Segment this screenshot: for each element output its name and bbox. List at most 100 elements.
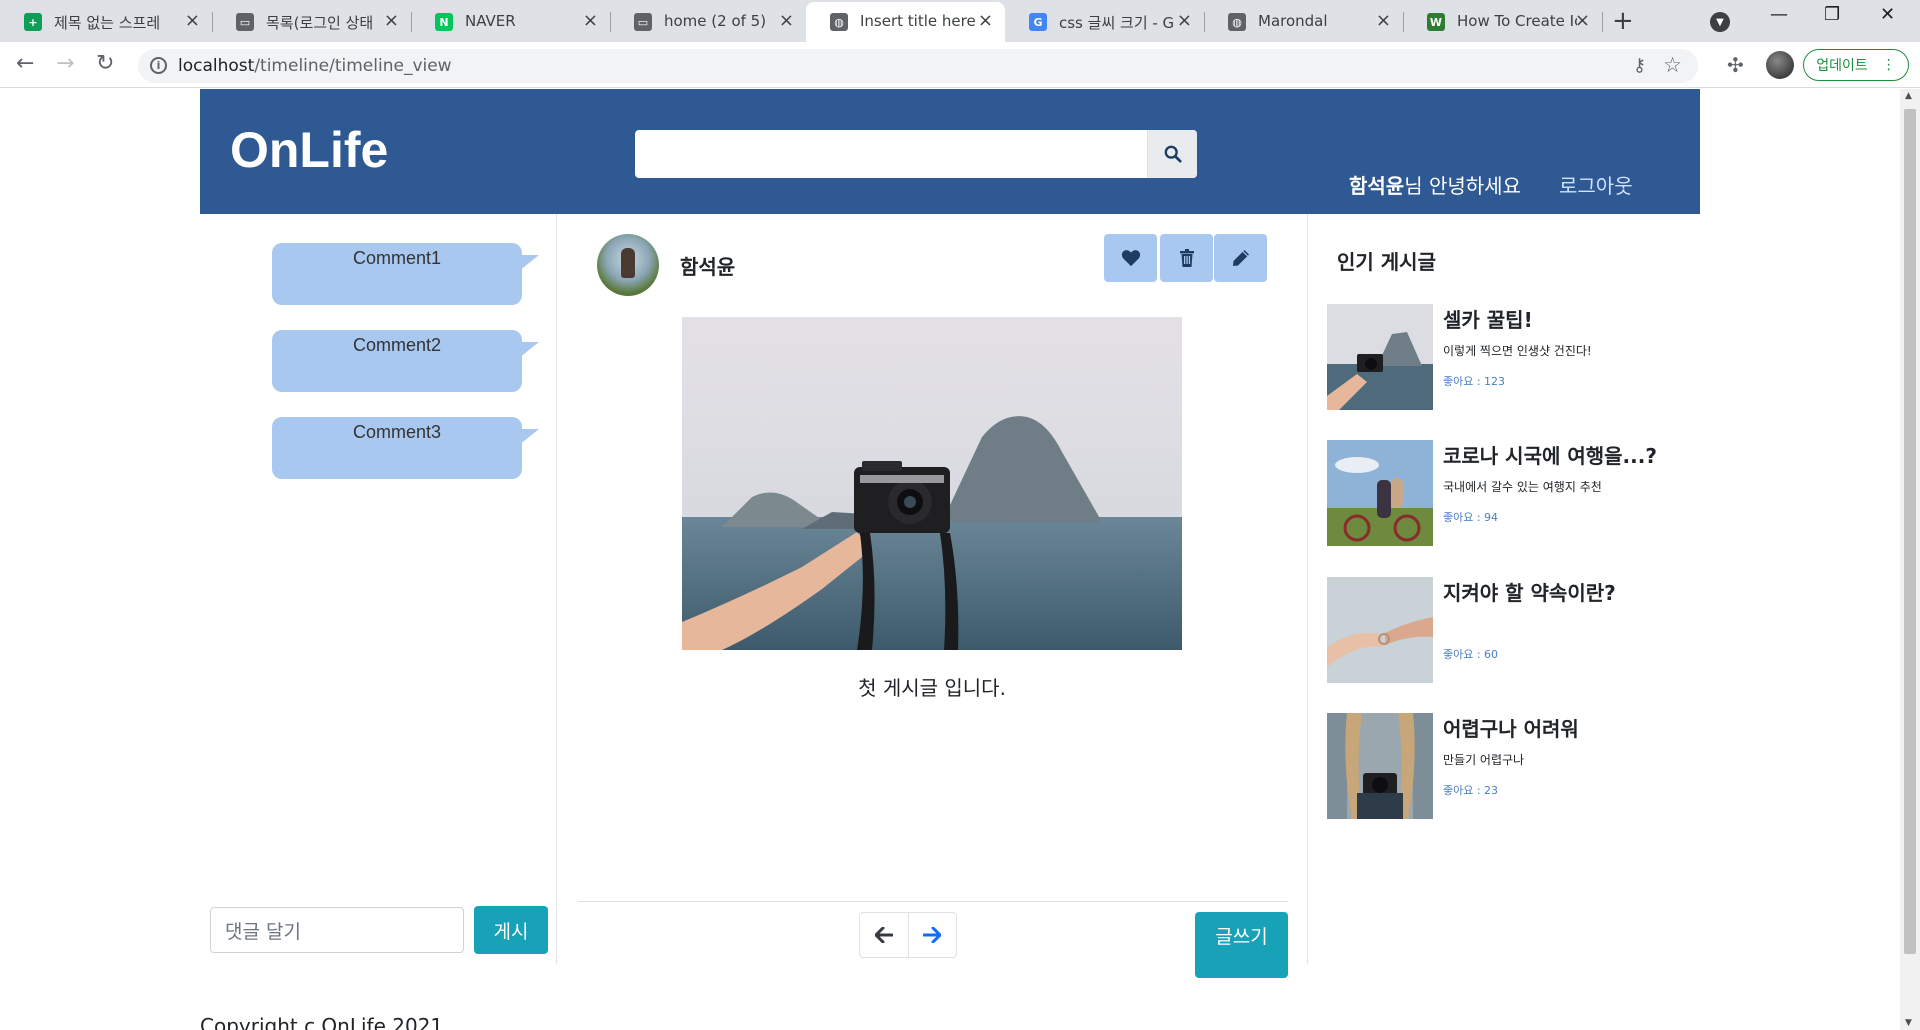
site-logo[interactable]: OnLife	[230, 121, 388, 179]
pagination	[859, 912, 957, 958]
extensions-icon[interactable]: ✣	[1727, 53, 1744, 77]
close-tab-icon[interactable]: ×	[978, 10, 993, 31]
site-info-icon[interactable]: i	[150, 57, 167, 74]
tab-title: How To Create Ic	[1457, 12, 1577, 30]
bookmark-star-icon[interactable]: ☆	[1663, 53, 1682, 77]
comment-input[interactable]: 댓글 달기	[210, 907, 464, 953]
tab-search-icon[interactable]: ▼	[1710, 12, 1730, 32]
close-tab-icon[interactable]: ×	[583, 10, 598, 31]
comment-bubble: Comment3	[272, 417, 539, 479]
search-button[interactable]	[1147, 130, 1197, 178]
address-bar[interactable]: i localhost/timeline/timeline_view ⚷ ☆	[138, 49, 1698, 83]
naver-icon: N	[435, 13, 453, 31]
popular-item[interactable]: 지켜야 할 약속이란? 좋아요 : 60	[1327, 577, 1697, 685]
popular-item[interactable]: 셀카 꿀팁! 이렇게 찍으면 인생샷 건진다! 좋아요 : 123	[1327, 304, 1697, 412]
browser-tab[interactable]: ◍ Insert title here ×	[806, 2, 1005, 42]
popular-desc: 이렇게 찍으면 인생샷 건진다!	[1443, 344, 1592, 358]
close-tab-icon[interactable]: ×	[1376, 10, 1391, 31]
post-image	[682, 317, 1182, 650]
password-key-icon[interactable]: ⚷	[1633, 55, 1646, 76]
forward-icon[interactable]: →	[56, 51, 74, 76]
post-comment-button[interactable]: 게시	[474, 906, 548, 954]
popular-desc: 국내에서 갈수 있는 여행지 추천	[1443, 480, 1602, 494]
comment-text: Comment1	[352, 248, 442, 268]
url-host: localhost	[178, 56, 255, 76]
browser-tabstrip: + 제목 없는 스프레 × ▭ 목록(로그인 상태 × N NAVER × ▭ home (2 of…	[0, 0, 1920, 42]
popular-heading: 인기 게시글	[1337, 250, 1436, 274]
next-page-button[interactable]	[907, 913, 957, 957]
comment-text: Comment3	[352, 422, 442, 442]
bubble-tail	[519, 429, 539, 445]
avatar-figure	[621, 248, 635, 278]
browser-tab[interactable]: W How To Create Ic ×	[1403, 2, 1603, 42]
popular-thumbnail[interactable]	[1327, 304, 1433, 410]
update-button[interactable]: 업데이트 ⋮	[1803, 49, 1909, 81]
delete-button[interactable]	[1160, 234, 1213, 282]
popular-thumbnail[interactable]	[1327, 713, 1433, 819]
restore-icon[interactable]: ❐	[1824, 4, 1840, 25]
url-text[interactable]: localhost/timeline/timeline_view	[178, 56, 452, 76]
close-tab-icon[interactable]: ×	[1177, 10, 1192, 31]
popular-item[interactable]: 코로나 시국에 여행을...? 국내에서 갈수 있는 여행지 추천 좋아요 : …	[1327, 440, 1697, 548]
close-tab-icon[interactable]: ×	[1575, 10, 1590, 31]
page-footer: Copyright c OnLife 2021	[200, 1014, 444, 1030]
close-tab-icon[interactable]: ×	[185, 10, 200, 31]
logout-link[interactable]: 로그아웃	[1559, 170, 1633, 199]
page-scrollbar[interactable]: ▲ ▼	[1900, 89, 1920, 1030]
browser-toolbar: ← → ↻ i localhost/timeline/timeline_view…	[0, 42, 1920, 88]
like-button[interactable]	[1104, 234, 1157, 282]
close-tab-icon[interactable]: ×	[779, 10, 794, 31]
scrollbar-thumb[interactable]	[1904, 109, 1916, 954]
popular-item[interactable]: 어렵구나 어려워 만들기 어렵구나 좋아요 : 23	[1327, 713, 1697, 821]
scroll-up-icon[interactable]: ▲	[1905, 91, 1912, 101]
heart-icon	[1121, 250, 1140, 267]
tab-title: 제목 없는 스프레	[54, 14, 161, 32]
edit-button[interactable]	[1214, 234, 1267, 282]
popular-title[interactable]: 코로나 시국에 여행을...?	[1443, 440, 1657, 469]
thumb-photo	[1327, 304, 1433, 410]
user-greeting: 함석윤님 안녕하세요	[1349, 170, 1521, 199]
new-tab-icon[interactable]: +	[1612, 6, 1634, 36]
url-path: /timeline/timeline_view	[254, 56, 452, 76]
popular-likes: 좋아요 : 123	[1443, 375, 1506, 388]
tab-title: css 글씨 크기 - G	[1059, 14, 1175, 32]
tab-separator	[1602, 12, 1603, 32]
browser-tab[interactable]: ◍ Marondal ×	[1204, 2, 1404, 42]
browser-tab[interactable]: ▭ 목록(로그인 상태 ×	[212, 2, 412, 42]
back-icon[interactable]: ←	[16, 51, 34, 76]
browser-tab[interactable]: ▭ home (2 of 5) ×	[610, 2, 806, 42]
search-input[interactable]	[635, 130, 1145, 178]
author-avatar[interactable]	[597, 234, 659, 296]
post-author[interactable]: 함석윤	[680, 251, 735, 280]
close-tab-icon[interactable]: ×	[384, 10, 399, 31]
tab-title: Marondal	[1258, 12, 1328, 30]
bubble-tail	[519, 342, 539, 358]
popular-likes: 좋아요 : 23	[1443, 784, 1499, 797]
browser-tab[interactable]: Gcss 글씨 크기 - G ×	[1005, 2, 1205, 42]
popular-title[interactable]: 어렵구나 어려워	[1443, 713, 1579, 742]
page-icon: ▭	[236, 13, 254, 31]
comment-bubble: Comment2	[272, 330, 539, 392]
thumb-photo	[1327, 713, 1433, 819]
popular-title[interactable]: 지켜야 할 약속이란?	[1443, 577, 1616, 606]
minimize-icon[interactable]: —	[1770, 4, 1788, 25]
reload-icon[interactable]: ↻	[96, 51, 114, 76]
more-menu-icon[interactable]: ⋮	[1882, 57, 1896, 73]
thumb-photo	[1327, 577, 1433, 683]
scroll-down-icon[interactable]: ▼	[1905, 1018, 1912, 1028]
popular-title[interactable]: 셀카 꿀팁!	[1443, 304, 1533, 333]
comments-column: Comment1 Comment2 Comment3 댓글 달기 게시	[200, 214, 557, 964]
site-header: OnLife 함석윤님 안녕하세요 로그아웃	[200, 89, 1700, 214]
post-divider	[578, 901, 1288, 902]
search-icon	[1164, 145, 1182, 163]
browser-tab[interactable]: + 제목 없는 스프레 ×	[0, 2, 213, 42]
bubble-tail	[519, 255, 539, 271]
profile-avatar[interactable]	[1766, 51, 1794, 79]
close-window-icon[interactable]: ✕	[1880, 4, 1895, 25]
write-post-button[interactable]: 글쓰기	[1195, 912, 1288, 978]
popular-thumbnail[interactable]	[1327, 577, 1433, 683]
browser-tab[interactable]: N NAVER ×	[411, 2, 611, 42]
tab-title: 목록(로그인 상태	[266, 14, 374, 32]
prev-page-button[interactable]	[860, 913, 908, 957]
popular-thumbnail[interactable]	[1327, 440, 1433, 546]
